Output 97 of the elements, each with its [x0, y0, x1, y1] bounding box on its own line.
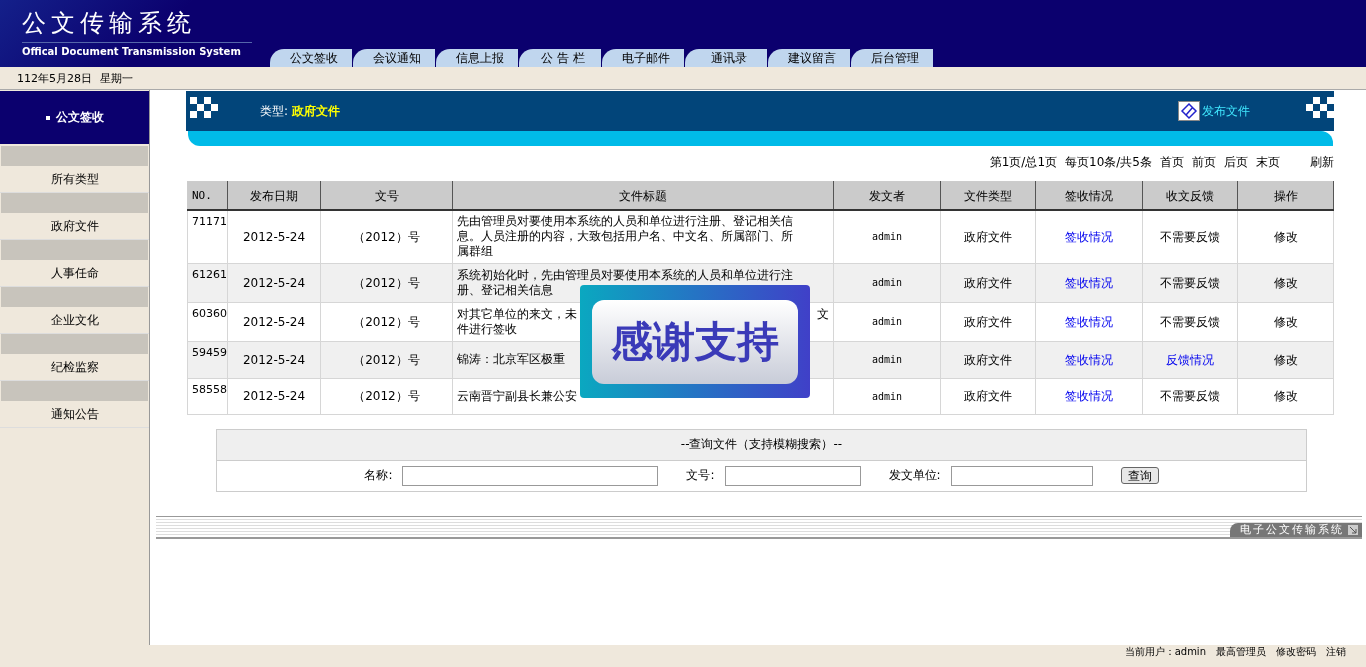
table-cell: 58558 — [187, 378, 228, 414]
sign-status-link[interactable]: 签收情况 — [1065, 389, 1113, 403]
sender-text: admin — [871, 316, 903, 327]
nav-tab[interactable]: 会议通知 — [353, 49, 435, 67]
edit-action[interactable]: 修改 — [1237, 263, 1334, 302]
field-label: 名称: — [364, 467, 393, 484]
input-field[interactable] — [402, 465, 659, 486]
input-field[interactable] — [724, 465, 861, 486]
nav-tab[interactable]: 公文签收 — [270, 49, 352, 67]
status-link[interactable]: 注销 — [1326, 645, 1346, 659]
weekday-text: 星期一 — [100, 70, 133, 86]
document-title: 锦涛：北京军区极重 — [457, 352, 565, 367]
input-field[interactable] — [950, 465, 1093, 486]
pager-link[interactable]: 后页 — [1224, 155, 1248, 171]
nav-tab[interactable]: 信息上报 — [436, 49, 518, 67]
table-cell: （2012）号 — [320, 378, 453, 414]
table-cell: 60360 — [187, 302, 228, 341]
table-cell: 政府文件 — [940, 263, 1036, 302]
table-cell: 政府文件 — [940, 302, 1036, 341]
edit-action[interactable]: 修改 — [1237, 302, 1334, 341]
feedback-text: 不需要反馈 — [1160, 229, 1220, 244]
table-cell: （2012）号 — [320, 210, 453, 263]
sender-text: admin — [871, 390, 903, 402]
column-header: 文件类型 — [940, 181, 1036, 210]
pager-info: 第1页/总1页 — [989, 155, 1058, 171]
publish-link[interactable]: 发布文件 — [1178, 101, 1250, 121]
sidebar-item[interactable]: 通知公告 — [0, 401, 149, 428]
document-title: 件进行签收 — [457, 321, 517, 337]
table-cell: 2012-5-24 — [227, 210, 321, 263]
document-title: 册、登记相关信息 — [457, 282, 553, 298]
sign-status-link[interactable]: 签收情况 — [1065, 314, 1113, 329]
feedback-text: 不需要反馈 — [1160, 275, 1220, 290]
feedback-text: 不需要反馈 — [1160, 389, 1220, 403]
pager-info: 每页10条/共5条 — [1065, 155, 1152, 171]
field-label: 发文单位: — [888, 467, 941, 484]
table-cell: 2012-5-24 — [227, 341, 321, 378]
feedback-text: 不需要反馈 — [1160, 314, 1220, 329]
sign-status-link[interactable]: 签收情况 — [1065, 229, 1113, 244]
sidebar-heading: 公文签收 — [0, 91, 149, 144]
table-cell: 2012-5-24 — [227, 302, 321, 341]
document-title: 系统初始化时，先由管理员对要使用本系统的人员和单位进行注 — [457, 267, 793, 283]
app-subtitle: Offical Document Transmission System — [22, 42, 252, 57]
table-cell: （2012）号 — [320, 341, 453, 378]
field-label: 文号: — [686, 467, 715, 484]
thanks-text: 感谢支持 — [592, 299, 798, 384]
document-title: 文 — [817, 306, 829, 322]
sender-text: admin — [871, 277, 903, 288]
nav-tab[interactable]: 电子邮件 — [602, 49, 684, 67]
nav-tab[interactable]: 通讯录 — [685, 49, 767, 67]
type-label: 类型: — [260, 102, 289, 120]
table-cell: （2012）号 — [320, 263, 453, 302]
table-cell: 59459 — [187, 341, 228, 378]
footer-label: 电子公文传输系统 — [1230, 522, 1362, 537]
type-value: 政府文件 — [292, 102, 342, 120]
column-header: 收文反馈 — [1142, 181, 1238, 210]
column-header: 发文者 — [833, 181, 941, 210]
search-title: --查询文件（支持模糊搜索）-- — [217, 429, 1306, 461]
edit-action[interactable]: 修改 — [1237, 341, 1334, 378]
column-header: 签收情况 — [1035, 181, 1143, 210]
search-button[interactable]: 查询 — [1120, 467, 1159, 484]
table-cell: 71171 — [187, 210, 228, 263]
column-header: 发布日期 — [227, 181, 321, 210]
column-header: 文号 — [320, 181, 453, 210]
document-title: 属群组 — [457, 244, 493, 260]
document-title: 对其它单位的来文，未 — [457, 306, 577, 322]
pager-link[interactable]: 末页 — [1256, 155, 1280, 171]
refresh-link[interactable]: 刷新 — [1310, 155, 1334, 171]
app-title: 公文传输系统 — [22, 8, 197, 38]
column-header: NO. — [187, 181, 228, 210]
corner-arrow-icon — [1348, 524, 1358, 535]
sender-text: admin — [871, 354, 903, 365]
document-title: 息。人员注册的内容，大致包括用户名、中文名、所属部门、所 — [457, 229, 793, 245]
sign-status-link[interactable]: 签收情况 — [1065, 352, 1113, 367]
column-header: 文件标题 — [452, 181, 834, 210]
table-cell: 政府文件 — [940, 341, 1036, 378]
sign-status-link[interactable]: 签收情况 — [1065, 275, 1113, 290]
document-title: 云南晋宁副县长兼公安 — [457, 388, 577, 404]
table-cell: 61261 — [187, 263, 228, 302]
table-cell: 2012-5-24 — [227, 378, 321, 414]
document-title: 先由管理员对要使用本系统的人员和单位进行注册、登记相关信 — [457, 214, 793, 230]
status-link[interactable]: 修改密码 — [1276, 645, 1316, 659]
table-cell: （2012）号 — [320, 302, 453, 341]
pager-link[interactable]: 前页 — [1192, 155, 1216, 171]
table-cell: 政府文件 — [940, 210, 1036, 263]
column-header: 操作 — [1237, 181, 1334, 210]
edit-action[interactable]: 修改 — [1237, 378, 1334, 414]
edit-action[interactable]: 修改 — [1237, 210, 1334, 263]
table-cell: 政府文件 — [940, 378, 1036, 414]
nav-tab[interactable]: 后台管理 — [851, 49, 933, 67]
current-user-text: 当前用户：admin — [1124, 645, 1206, 659]
nav-tab[interactable]: 建议留言 — [768, 49, 850, 67]
table-cell: 2012-5-24 — [227, 263, 321, 302]
status-link[interactable]: 最高管理员 — [1216, 645, 1266, 659]
date-text: 112年5月28日 — [17, 70, 92, 86]
nav-tab[interactable]: 公 告 栏 — [519, 49, 601, 67]
sender-text: admin — [871, 231, 903, 243]
pager-link[interactable]: 首页 — [1160, 155, 1184, 171]
